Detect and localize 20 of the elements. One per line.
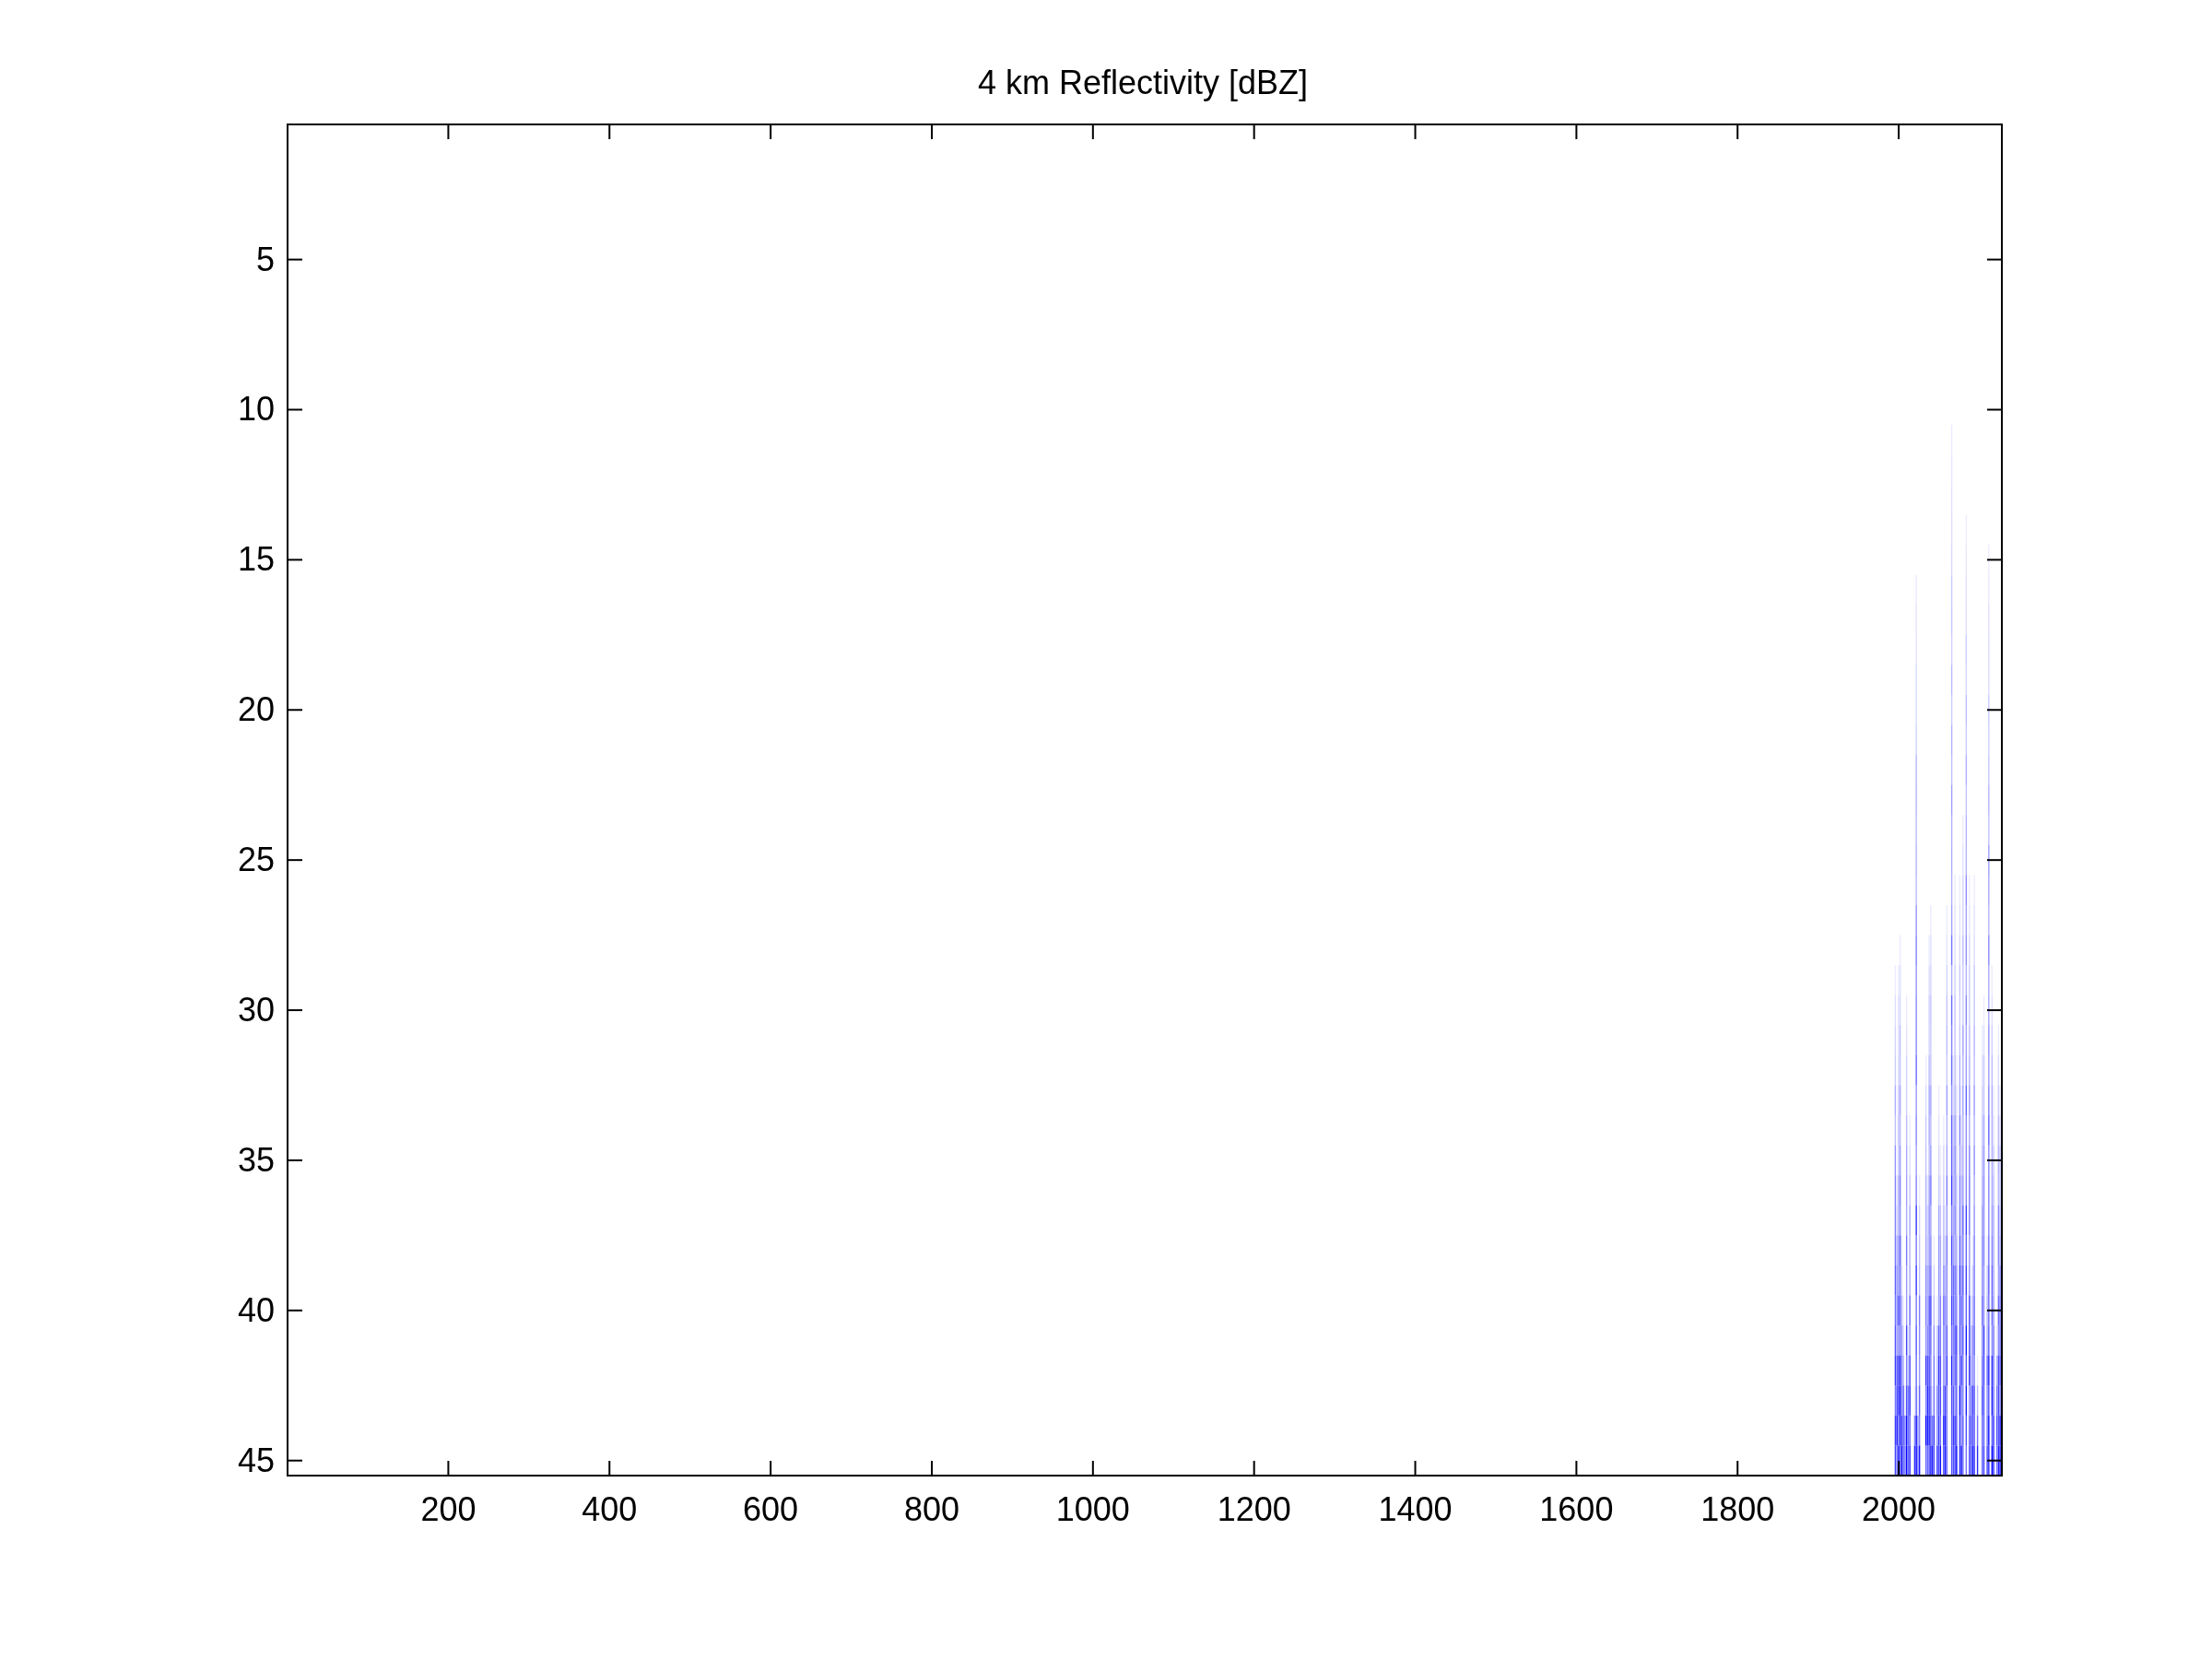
- y-tick-label: 15: [237, 540, 275, 579]
- y-tick-label: 20: [237, 690, 275, 729]
- x-tick-label: 1800: [1700, 1490, 1775, 1528]
- y-tick-label: 30: [237, 991, 275, 1030]
- x-tick-label: 800: [903, 1490, 959, 1528]
- x-tick-label: 1000: [1055, 1490, 1130, 1528]
- y-tick-label: 5: [255, 240, 275, 278]
- x-tick-label: 600: [743, 1490, 799, 1528]
- x-tick-label: 2000: [1862, 1490, 1936, 1528]
- x-tick-label: 1600: [1539, 1490, 1614, 1528]
- y-tick-label: 35: [237, 1140, 275, 1179]
- x-tick-label: 1200: [1217, 1490, 1291, 1528]
- y-tick-label: 40: [237, 1290, 275, 1329]
- x-tick-label: 200: [420, 1490, 477, 1528]
- chart-title: 4 km Reflectivity [dBZ]: [977, 64, 1309, 101]
- x-tick-label: 400: [582, 1490, 638, 1528]
- x-tick-label: 1400: [1378, 1490, 1453, 1528]
- y-tick-label: 25: [237, 841, 275, 879]
- y-tick-label: 45: [237, 1441, 275, 1479]
- y-tick-label: 10: [237, 390, 275, 429]
